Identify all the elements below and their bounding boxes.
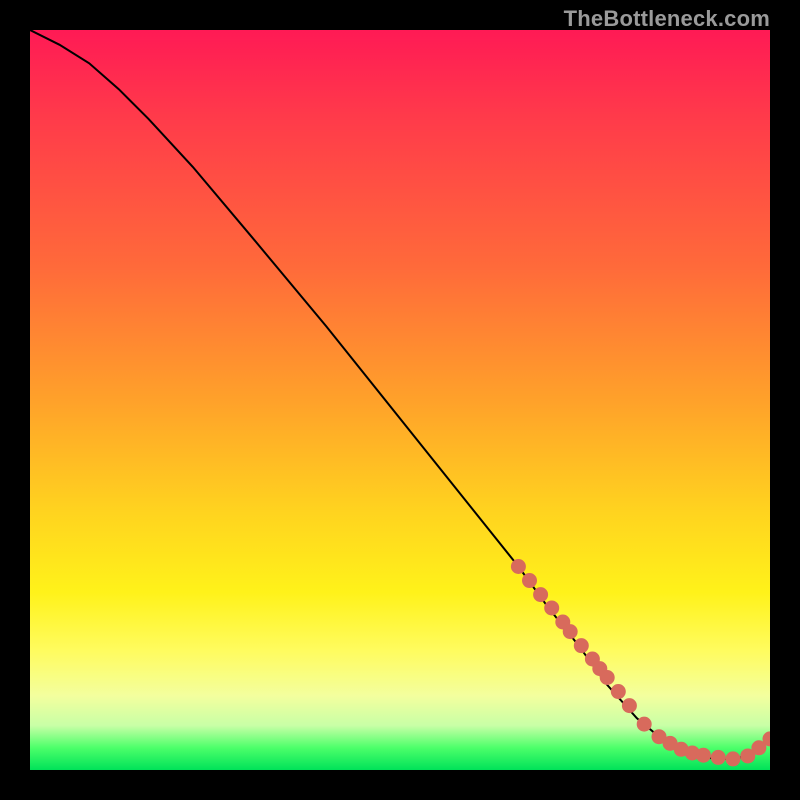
data-marker [534, 588, 548, 602]
data-marker [611, 685, 625, 699]
data-marker [523, 574, 537, 588]
main-curve [30, 30, 770, 759]
data-marker [574, 639, 588, 653]
data-marker [545, 601, 559, 615]
data-marker [600, 671, 614, 685]
data-marker [511, 560, 525, 574]
data-marker [637, 717, 651, 731]
data-marker [563, 625, 577, 639]
data-marker [696, 748, 710, 762]
data-marker [622, 699, 636, 713]
chart-stage: TheBottleneck.com [0, 0, 800, 800]
watermark-text: TheBottleneck.com [564, 6, 770, 32]
chart-overlay-svg [30, 30, 770, 770]
plot-area [30, 30, 770, 770]
data-marker [711, 750, 725, 764]
data-marker [726, 752, 740, 766]
marker-cluster [511, 560, 770, 766]
